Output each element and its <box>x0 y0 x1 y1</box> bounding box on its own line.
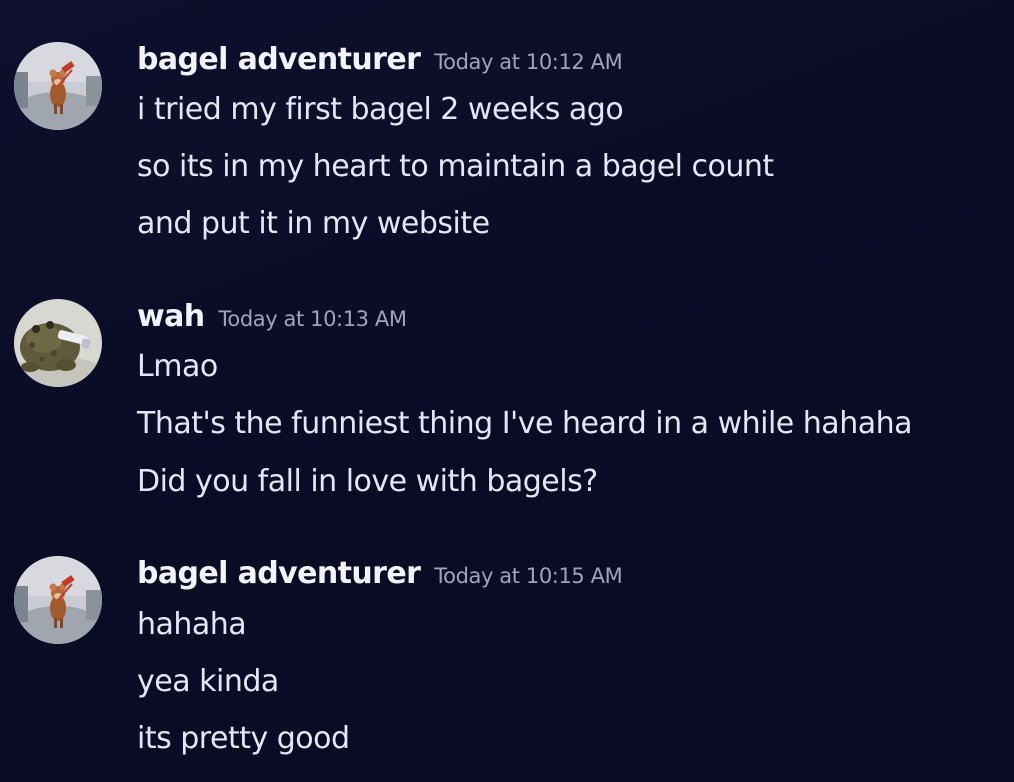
message-group: wah Today at 10:13 AM Lmao That's the fun… <box>0 299 1014 499</box>
message-text: so its in my heart to maintain a bagel c… <box>137 149 774 184</box>
message-header: wah Today at 10:13 AM <box>137 299 407 339</box>
username[interactable]: bagel adventurer <box>137 556 421 591</box>
message-text: Lmao <box>137 349 218 384</box>
message-header: bagel adventurer Today at 10:12 AM <box>137 42 623 82</box>
username[interactable]: bagel adventurer <box>137 42 421 77</box>
message-text: and put it in my website <box>137 206 490 241</box>
message-text: That's the funniest thing I've heard in … <box>137 406 913 441</box>
timestamp: Today at 10:15 AM <box>434 564 623 588</box>
chat-message-list: bagel adventurer Today at 10:12 AM i trie… <box>0 0 1014 782</box>
message-header: bagel adventurer Today at 10:15 AM <box>137 556 623 596</box>
message-text: hahaha <box>137 607 247 642</box>
message-group: bagel adventurer Today at 10:15 AM hahaha… <box>0 556 1014 766</box>
message-text: i tried my first bagel 2 weeks ago <box>137 92 624 127</box>
toad-avatar-icon[interactable] <box>14 299 102 387</box>
message-text: yea kinda <box>137 664 279 699</box>
mouse-figurine-avatar-icon[interactable] <box>14 556 102 644</box>
timestamp: Today at 10:12 AM <box>434 50 623 74</box>
username[interactable]: wah <box>137 299 205 334</box>
message-text: Did you fall in love with bagels? <box>137 464 598 499</box>
message-text: its pretty good <box>137 721 350 756</box>
timestamp: Today at 10:13 AM <box>218 307 407 331</box>
message-group: bagel adventurer Today at 10:12 AM i trie… <box>0 42 1014 242</box>
mouse-figurine-avatar-icon[interactable] <box>14 42 102 130</box>
